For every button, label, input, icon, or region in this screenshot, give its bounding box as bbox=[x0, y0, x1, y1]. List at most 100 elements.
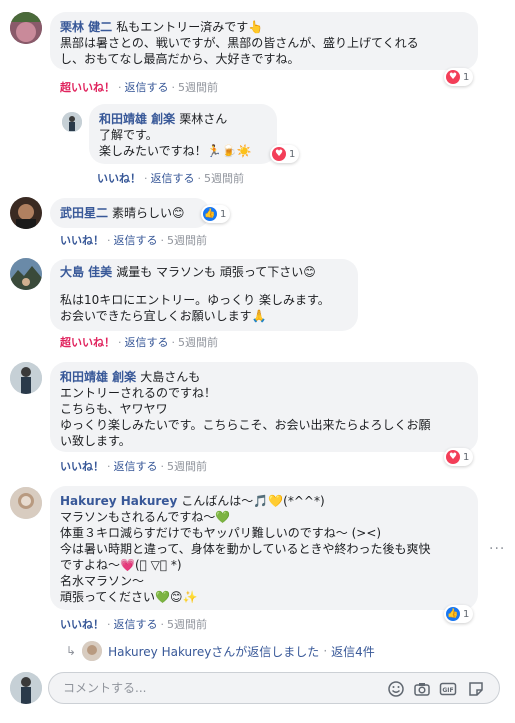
comment-input[interactable] bbox=[61, 680, 365, 696]
reply-button[interactable]: 返信する bbox=[114, 460, 158, 473]
comment-actions: 超いいね！ · 返信する · 5週間前 bbox=[60, 334, 218, 350]
commenter-name[interactable]: 和田靖雄 創楽 bbox=[60, 370, 136, 384]
reaction-number: 1 bbox=[463, 608, 470, 620]
comment-text: し、おもてなし最高だから、大好きですね。 bbox=[60, 52, 300, 66]
commenter-name[interactable]: 栗林 健二 bbox=[60, 20, 112, 34]
comment-text: ゆっくり楽しみたいです。こちらこそ、お会い出来たらよろしくお願 bbox=[60, 418, 431, 432]
comment-text: 黒部は暑さとの、戦いですが、黒部の皆さんが、盛り上げてくれる bbox=[60, 36, 419, 50]
comment-text: 頑張ってください💚😊✨ bbox=[60, 590, 198, 604]
comment-text: 体重３キロ減らすだけでもヤッパリ難しいのですね〜 (><) bbox=[60, 526, 382, 540]
avatar-image bbox=[10, 197, 42, 229]
comment-text: こちらも、ヤワヤワ bbox=[60, 402, 168, 416]
commenter-name[interactable]: 武田星二 bbox=[60, 206, 108, 220]
separator: · bbox=[107, 618, 111, 631]
reaction-count[interactable]: 👍 1 bbox=[201, 205, 231, 223]
separator: · bbox=[160, 460, 165, 473]
comment-bubble: 和田靖雄 創楽 大島さんも エントリーされるのですね！ こちらも、ヤワヤワ ゆっく… bbox=[50, 362, 478, 452]
comment-actions: いいね！ · 返信する · 5週間前 bbox=[60, 232, 207, 248]
like-button[interactable]: いいね！ bbox=[60, 618, 104, 631]
separator: · bbox=[107, 234, 111, 247]
reply-summary-text[interactable]: Hakurey Hakureyさんが返信しました bbox=[108, 643, 319, 660]
commenter-name[interactable]: 和田靖雄 創楽 bbox=[99, 112, 175, 126]
timestamp[interactable]: 5週間前 bbox=[167, 618, 207, 631]
comment-bubble: 和田靖雄 創楽 栗林さん 了解です。 楽しみたいですね！🏃🍺☀️ bbox=[89, 104, 277, 164]
comment-text: エントリーされるのですね！ bbox=[60, 386, 217, 400]
heart-icon: ♥ bbox=[446, 450, 460, 464]
comment-text: 素晴らしい😊 bbox=[112, 206, 185, 220]
avatar[interactable] bbox=[10, 487, 42, 519]
comment-text: 私もエントリー済みです👆 bbox=[116, 20, 264, 34]
comment-text: 楽しみたいですね！🏃🍺☀️ bbox=[99, 144, 252, 158]
separator: · bbox=[118, 336, 122, 349]
comment-text: 名水マラソン〜 bbox=[60, 574, 145, 588]
like-button[interactable]: いいね！ bbox=[60, 460, 104, 473]
timestamp[interactable]: 5週間前 bbox=[167, 234, 207, 247]
separator: · bbox=[171, 81, 176, 94]
separator: · bbox=[144, 172, 148, 185]
reaction-number: 1 bbox=[463, 451, 470, 463]
avatar[interactable] bbox=[10, 258, 42, 290]
separator: · bbox=[323, 644, 328, 658]
avatar[interactable] bbox=[10, 197, 42, 229]
camera-icon[interactable] bbox=[413, 680, 431, 698]
comment-bubble: Hakurey Hakurey こんばんは〜🎵💛(*^^*) マラソンもされるんで… bbox=[50, 486, 478, 610]
separator: · bbox=[118, 81, 122, 94]
reaction-count[interactable]: ♥ 1 bbox=[444, 448, 474, 466]
reaction-count[interactable]: 👍 1 bbox=[444, 605, 474, 623]
comment-text: マラソンもされるんですね〜💚 bbox=[60, 510, 231, 524]
comment-bubble: 栗林 健二 私もエントリー済みです👆 黒部は暑さとの、戦いですが、黒部の皆さんが、… bbox=[50, 12, 478, 70]
reply-button[interactable]: 返信する bbox=[125, 81, 169, 94]
comment-text: 了解です。 bbox=[99, 128, 158, 142]
comment-bubble: 大島 佳美 減量も マラソンも 頑張って下さい😊 私は10キロにエントリー。ゆっく… bbox=[50, 259, 358, 331]
timestamp[interactable]: 5週間前 bbox=[204, 172, 244, 185]
avatar[interactable] bbox=[10, 12, 42, 44]
reaction-number: 1 bbox=[463, 71, 470, 83]
reply-button[interactable]: 返信する bbox=[114, 618, 158, 631]
reaction-number: 1 bbox=[220, 208, 227, 220]
svg-text:GIF: GIF bbox=[442, 687, 453, 694]
reply-button[interactable]: 返信する bbox=[151, 172, 195, 185]
comment-text: お会いできたら宜しくお願いします🙏 bbox=[60, 309, 267, 323]
avatar-image bbox=[10, 362, 42, 394]
avatar bbox=[82, 641, 103, 661]
heart-icon: ♥ bbox=[272, 147, 286, 161]
like-button[interactable]: いいね！ bbox=[60, 234, 104, 247]
comment-text: ですよね〜💗(ﾟ ▽ﾟ *) bbox=[60, 558, 182, 572]
avatar-image bbox=[82, 641, 103, 661]
avatar[interactable] bbox=[62, 112, 82, 132]
current-user-avatar[interactable] bbox=[10, 672, 42, 704]
super-like-button[interactable]: 超いいね！ bbox=[60, 81, 115, 94]
comment-text: 今は暑い時期と違って、身体を動かしているときや終わった後も爽快 bbox=[60, 542, 431, 556]
separator: · bbox=[107, 460, 111, 473]
avatar-image bbox=[10, 672, 42, 704]
gif-icon[interactable]: GIF bbox=[439, 680, 457, 698]
avatar[interactable] bbox=[10, 362, 42, 394]
timestamp[interactable]: 5週間前 bbox=[178, 81, 218, 94]
reply-count[interactable]: 返信4件 bbox=[331, 643, 375, 660]
heart-icon: ♥ bbox=[446, 70, 460, 84]
commenter-name[interactable]: Hakurey Hakurey bbox=[60, 494, 177, 508]
comment-text: 大島さんも bbox=[140, 370, 201, 384]
more-options-icon[interactable]: ··· bbox=[489, 541, 505, 557]
comment-composer[interactable]: GIF bbox=[48, 672, 500, 704]
reply-button[interactable]: 返信する bbox=[114, 234, 158, 247]
comment-text: 栗林さん bbox=[179, 112, 228, 126]
like-button[interactable]: いいね！ bbox=[97, 172, 141, 185]
emoji-icon[interactable] bbox=[387, 680, 405, 698]
timestamp[interactable]: 5週間前 bbox=[167, 460, 207, 473]
timestamp[interactable]: 5週間前 bbox=[178, 336, 218, 349]
super-like-button[interactable]: 超いいね！ bbox=[60, 336, 115, 349]
separator: · bbox=[197, 172, 202, 185]
comment-actions: 超いいね！ · 返信する · 5週間前 bbox=[60, 79, 218, 95]
comment-text: い致します。 bbox=[60, 434, 131, 448]
view-replies-link[interactable]: ↳ Hakurey Hakureyさんが返信しました · 返信4件 bbox=[66, 641, 375, 661]
comment-bubble: 武田星二 素晴らしい😊 bbox=[50, 198, 210, 228]
reaction-count[interactable]: ♥ 1 bbox=[270, 145, 300, 163]
commenter-name[interactable]: 大島 佳美 bbox=[60, 265, 112, 279]
reply-button[interactable]: 返信する bbox=[125, 336, 169, 349]
separator: · bbox=[160, 618, 165, 631]
reaction-count[interactable]: ♥ 1 bbox=[444, 68, 474, 86]
sticker-icon[interactable] bbox=[467, 680, 485, 698]
comment-text: 私は10キロにエントリー。ゆっくり 楽しみます。 bbox=[60, 293, 330, 307]
comment-text: こんばんは〜🎵💛(*^^*) bbox=[181, 494, 325, 508]
